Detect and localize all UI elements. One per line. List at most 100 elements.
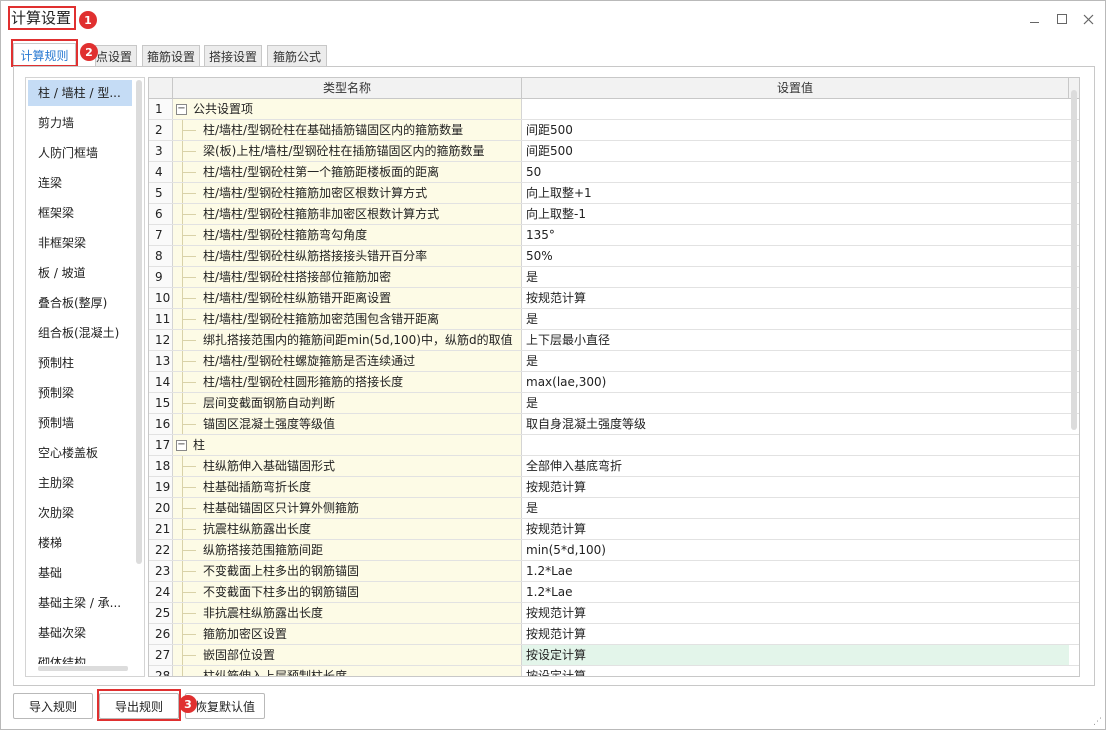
sidebar-item-non-frame-beam[interactable]: 非框架梁 [28, 230, 132, 256]
table-row[interactable]: 28 柱纵筋伸入上层预制柱长度 按设定计算 [149, 666, 1079, 676]
collapse-icon[interactable]: − [176, 104, 187, 115]
type-name-cell: 梁(板)上柱/墙柱/型钢砼柱在插筋锚固区内的箍筋数量 [173, 141, 522, 161]
sidebar-item-precast-beam[interactable]: 预制梁 [28, 380, 132, 406]
sidebar-item-slab-ramp[interactable]: 板 / 坡道 [28, 260, 132, 286]
grid-vertical-scrollbar[interactable] [1071, 90, 1077, 430]
setting-value-cell[interactable]: 是 [522, 393, 1069, 413]
close-button[interactable] [1079, 10, 1097, 28]
table-row[interactable]: 19 柱基础插筋弯折长度 按规范计算 [149, 477, 1079, 498]
setting-name: 箍筋加密区设置 [203, 627, 288, 641]
tree-connector [182, 319, 196, 320]
setting-value-cell[interactable]: 按规范计算 [522, 603, 1069, 623]
tab-node-settings[interactable]: 节点设置 [95, 45, 137, 67]
sidebar-item-precast-column[interactable]: 预制柱 [28, 350, 132, 376]
table-row[interactable]: 26 箍筋加密区设置 按规范计算 [149, 624, 1079, 645]
tab-lap-settings[interactable]: 搭接设置 [204, 45, 262, 67]
sidebar-item-main-rib-beam[interactable]: 主肋梁 [28, 470, 132, 496]
collapse-icon[interactable]: − [176, 440, 187, 451]
sidebar-item-secondary-rib-beam[interactable]: 次肋梁 [28, 500, 132, 526]
sidebar-item-foundation-main-beam[interactable]: 基础主梁 / 承... [28, 590, 132, 616]
setting-value-cell[interactable]: 1.2*Lae [522, 561, 1069, 581]
table-row[interactable]: 11 柱/墙柱/型钢砼柱箍筋加密范围包含错开距离 是 [149, 309, 1079, 330]
sidebar-item-coupling-beam[interactable]: 连梁 [28, 170, 132, 196]
setting-value-cell[interactable]: 上下层最小直径 [522, 330, 1069, 350]
table-row[interactable]: 18 柱纵筋伸入基础锚固形式 全部伸入基底弯折 [149, 456, 1079, 477]
maximize-button[interactable] [1053, 10, 1071, 28]
group-row[interactable]: 1− 公共设置项 [149, 99, 1079, 120]
setting-value-cell[interactable]: 按设定计算 [522, 645, 1069, 665]
setting-value-cell[interactable]: 50% [522, 246, 1069, 266]
setting-value-cell[interactable]: 取自身混凝土强度等级 [522, 414, 1069, 434]
setting-value-cell[interactable]: 向上取整-1 [522, 204, 1069, 224]
import-rules-button[interactable]: 导入规则 [13, 693, 93, 719]
setting-value-cell[interactable]: 按规范计算 [522, 624, 1069, 644]
table-row[interactable]: 24 不变截面下柱多出的钢筋锚固 1.2*Lae [149, 582, 1079, 603]
setting-value-cell[interactable]: 50 [522, 162, 1069, 182]
setting-value-cell[interactable]: 按设定计算 [522, 666, 1069, 676]
setting-name: 柱/墙柱/型钢砼柱箍筋非加密区根数计算方式 [203, 207, 440, 221]
setting-value-cell[interactable]: 间距500 [522, 120, 1069, 140]
table-row[interactable]: 20 柱基础锚固区只计算外侧箍筋 是 [149, 498, 1079, 519]
tab-stirrup-formula[interactable]: 箍筋公式 [267, 45, 327, 67]
group-label: 公共设置项 [193, 102, 254, 116]
table-row[interactable]: 6 柱/墙柱/型钢砼柱箍筋非加密区根数计算方式 向上取整-1 [149, 204, 1079, 225]
restore-defaults-button[interactable]: 恢复默认值 [185, 693, 265, 719]
table-row[interactable]: 15 层间变截面钢筋自动判断 是 [149, 393, 1079, 414]
minimize-button[interactable] [1025, 10, 1043, 28]
tree-connector [182, 613, 196, 614]
row-number: 16 [149, 414, 173, 434]
sidebar-vertical-scrollbar[interactable] [136, 80, 142, 564]
table-row[interactable]: 4 柱/墙柱/型钢砼柱第一个箍筋距楼板面的距离 50 [149, 162, 1079, 183]
table-row[interactable]: 14 柱/墙柱/型钢砼柱圆形箍筋的搭接长度 max(lae,300) [149, 372, 1079, 393]
setting-value-cell[interactable]: 135° [522, 225, 1069, 245]
setting-value-cell[interactable]: min(5*d,100) [522, 540, 1069, 560]
table-row[interactable]: 25 非抗震柱纵筋露出长度 按规范计算 [149, 603, 1079, 624]
type-name-cell: 柱纵筋伸入基础锚固形式 [173, 456, 522, 476]
table-row[interactable]: 13 柱/墙柱/型钢砼柱螺旋箍筋是否连续通过 是 [149, 351, 1079, 372]
sidebar-item-shear-wall[interactable]: 剪力墙 [28, 110, 132, 136]
setting-value-cell[interactable]: 全部伸入基底弯折 [522, 456, 1069, 476]
annotation-box-tab [11, 39, 78, 67]
resize-grip-icon[interactable]: ⋰ [1093, 717, 1103, 727]
table-row[interactable]: 3 梁(板)上柱/墙柱/型钢砼柱在插筋锚固区内的箍筋数量 间距500 [149, 141, 1079, 162]
setting-value-cell[interactable]: 按规范计算 [522, 288, 1069, 308]
table-row[interactable]: 8 柱/墙柱/型钢砼柱纵筋搭接接头错开百分率 50% [149, 246, 1079, 267]
row-number: 9 [149, 267, 173, 287]
sidebar-horizontal-scrollbar[interactable] [38, 666, 128, 671]
table-row[interactable]: 12 绑扎搭接范围内的箍筋间距min(5d,100)中，纵筋d的取值 上下层最小直径 [149, 330, 1079, 351]
table-row[interactable]: 10 柱/墙柱/型钢砼柱纵筋错开距离设置 按规范计算 [149, 288, 1079, 309]
table-row[interactable]: 23 不变截面上柱多出的钢筋锚固 1.2*Lae [149, 561, 1079, 582]
table-row[interactable]: 9 柱/墙柱/型钢砼柱搭接部位箍筋加密 是 [149, 267, 1079, 288]
setting-value-cell[interactable]: 是 [522, 351, 1069, 371]
tab-stirrup-settings[interactable]: 箍筋设置 [142, 45, 200, 67]
setting-value-cell[interactable]: 按规范计算 [522, 477, 1069, 497]
setting-value-cell[interactable]: 向上取整+1 [522, 183, 1069, 203]
group-row[interactable]: 17− 柱 [149, 435, 1079, 456]
sidebar-item-foundation[interactable]: 基础 [28, 560, 132, 586]
type-name-cell: 锚固区混凝土强度等级值 [173, 414, 522, 434]
table-row[interactable]: 21 抗震柱纵筋露出长度 按规范计算 [149, 519, 1079, 540]
setting-value-cell[interactable]: 按规范计算 [522, 519, 1069, 539]
sidebar-item-masonry[interactable]: 砌体结构 [28, 650, 132, 664]
sidebar-item-hollow-floor[interactable]: 空心楼盖板 [28, 440, 132, 466]
setting-value-cell[interactable]: 是 [522, 309, 1069, 329]
sidebar-item-foundation-secondary-beam[interactable]: 基础次梁 [28, 620, 132, 646]
table-row[interactable]: 27 嵌固部位设置 按设定计算 [149, 645, 1079, 666]
sidebar-item-composite-slab-full[interactable]: 叠合板(整厚) [28, 290, 132, 316]
setting-value-cell[interactable]: max(lae,300) [522, 372, 1069, 392]
table-row[interactable]: 7 柱/墙柱/型钢砼柱箍筋弯勾角度 135° [149, 225, 1079, 246]
sidebar-item-precast-wall[interactable]: 预制墙 [28, 410, 132, 436]
setting-value-cell[interactable]: 间距500 [522, 141, 1069, 161]
table-row[interactable]: 22 纵筋搭接范围箍筋间距 min(5*d,100) [149, 540, 1079, 561]
table-row[interactable]: 5 柱/墙柱/型钢砼柱箍筋加密区根数计算方式 向上取整+1 [149, 183, 1079, 204]
sidebar-item-civil-defense-door-wall[interactable]: 人防门框墙 [28, 140, 132, 166]
table-row[interactable]: 2 柱/墙柱/型钢砼柱在基础插筋锚固区内的箍筋数量 间距500 [149, 120, 1079, 141]
sidebar-item-frame-beam[interactable]: 框架梁 [28, 200, 132, 226]
table-row[interactable]: 16 锚固区混凝土强度等级值 取自身混凝土强度等级 [149, 414, 1079, 435]
sidebar-item-composite-slab-concrete[interactable]: 组合板(混凝土) [28, 320, 132, 346]
setting-value-cell[interactable]: 1.2*Lae [522, 582, 1069, 602]
setting-value-cell[interactable]: 是 [522, 498, 1069, 518]
setting-value-cell[interactable]: 是 [522, 267, 1069, 287]
sidebar-item-column[interactable]: 柱 / 墙柱 / 型... [28, 80, 132, 106]
sidebar-item-stairs[interactable]: 楼梯 [28, 530, 132, 556]
